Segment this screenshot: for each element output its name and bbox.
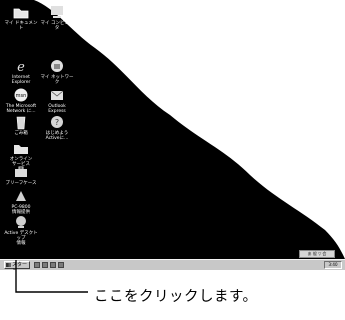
msn-icon: msn	[14, 88, 28, 102]
icon-label: はじめよう Activeに...	[45, 131, 69, 141]
desktop-icon-active-setup[interactable]: ? はじめよう Activeに...	[40, 114, 74, 141]
desktop-icon-network[interactable]: マイ ネットワーク	[40, 58, 74, 85]
desktop-icon-internet-explorer[interactable]: e Internet Explorer	[4, 58, 38, 85]
outlook-icon	[50, 90, 64, 100]
icon-label: マイ ドキュメント	[4, 21, 38, 31]
icon-label: Active デスクトップ 情報	[4, 231, 38, 246]
desktop-icon-online-services[interactable]: オンライン サービス	[4, 140, 38, 167]
computer-icon	[51, 6, 63, 18]
support-icon	[16, 191, 26, 201]
svg-text:msn: msn	[16, 93, 27, 99]
callout-pointer	[15, 260, 88, 293]
desktop-icon-active-desktop[interactable]: Active デスクトップ 情報	[4, 214, 38, 246]
briefcase-icon	[15, 166, 27, 177]
desktop-icon-recycle-bin[interactable]: ごみ箱	[4, 114, 38, 136]
desktop-icon	[16, 216, 26, 228]
desktop-icon-my-documents[interactable]: マイ ドキュメント	[4, 4, 38, 31]
callout-caption: ここをクリックします。	[94, 289, 258, 305]
ie-icon: e	[17, 60, 25, 74]
folder-icon	[14, 145, 28, 154]
icon-label: The Microsoft Network に...	[5, 104, 37, 114]
icon-label: ごみ箱	[14, 131, 28, 136]
desktop-icon-msn[interactable]: msn The Microsoft Network に...	[4, 87, 38, 114]
icon-label: マイ ネットワーク	[40, 75, 74, 85]
ime-toolbar[interactable]: あ 般 ▽ 会	[299, 250, 335, 258]
desktop-icon-briefcase[interactable]: ブリーフケース	[4, 164, 38, 186]
folder-icon	[13, 8, 29, 19]
icon-label: Internet Explorer	[11, 75, 31, 85]
icon-label: Outlook Express	[48, 104, 66, 114]
svg-text:e: e	[17, 60, 25, 74]
desktop-icon-my-computer[interactable]: マイ コンピュータ	[40, 4, 74, 31]
system-tray[interactable]: 3:40	[324, 261, 342, 269]
screenshot: マイ ドキュメント e Internet Explorer msn The Mi…	[0, 0, 345, 270]
setup-icon: ?	[51, 116, 63, 128]
desktop-icon-outlook-express[interactable]: Outlook Express	[40, 87, 74, 114]
desktop-icon-support[interactable]: PC-9800 情報提供	[4, 188, 38, 215]
svg-text:?: ?	[55, 118, 59, 127]
network-icon	[51, 60, 63, 72]
recycle-bin-icon	[16, 116, 26, 130]
icon-label: ブリーフケース	[5, 181, 37, 186]
icon-label: マイ コンピュータ	[40, 21, 74, 31]
